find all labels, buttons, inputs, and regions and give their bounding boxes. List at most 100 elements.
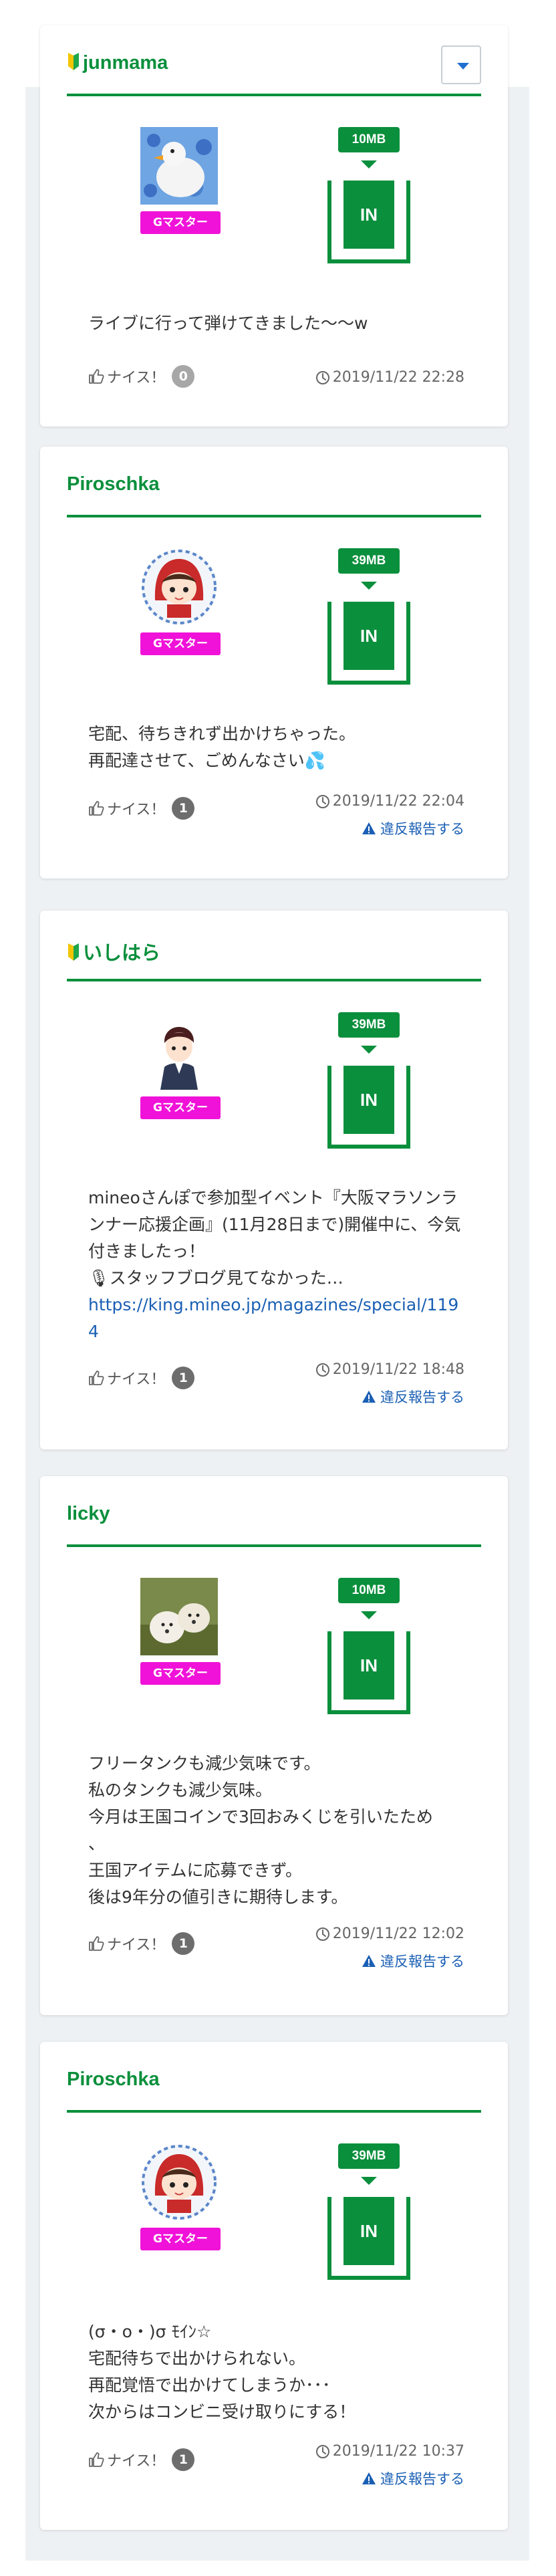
nice-button[interactable]: ナイス！ 0 — [88, 365, 195, 388]
warning-icon — [362, 1390, 376, 1403]
username-text[interactable]: Piroschka — [67, 2069, 160, 2090]
tank-label: IN — [343, 602, 394, 670]
username-link[interactable]: Piroschka — [67, 2069, 160, 2091]
g-master-badge: Gマスター — [140, 1662, 221, 1685]
post-link[interactable]: https://king.mineo.jp/magazines/special/… — [88, 1295, 458, 1341]
thumbs-up-icon — [88, 1370, 104, 1386]
post-body: (σ・o・)σ ﾓｲﾝ☆ 宅配待ちで出かけられない。 再配覚悟で出かけてしまうか… — [88, 2322, 356, 2422]
timestamp-text: 2019/11/22 18:48 — [332, 1361, 464, 1378]
tank-icon: IN — [327, 602, 410, 685]
post-card: いしはら Gマスター 39MB IN mineoさんぽで参加型イベント『大阪マラ… — [40, 911, 508, 1449]
clock-icon — [315, 2444, 330, 2459]
avatar[interactable] — [140, 127, 218, 205]
username-link[interactable]: いしはら — [67, 937, 160, 965]
post-menu-dropdown-button[interactable] — [441, 45, 481, 84]
avatar-block[interactable]: Gマスター — [140, 127, 221, 234]
report-violation-link[interactable]: 違反報告する — [362, 818, 464, 838]
data-tank-indicator: 10MB IN — [327, 1578, 410, 1714]
post-timestamp: 2019/11/22 18:48 — [315, 1361, 464, 1378]
thumbs-up-icon — [88, 800, 104, 816]
avatar[interactable] — [140, 1012, 218, 1090]
post-body: フリータンクも減少気味です。 私のタンクも減少気味。 今月は王国コインで3回おみ… — [88, 1754, 433, 1907]
post-header: Piroschka — [67, 2061, 481, 2113]
nice-count: 0 — [172, 365, 195, 388]
beginner-mark-icon — [67, 53, 80, 72]
clock-icon — [315, 1927, 330, 1942]
avatar-block[interactable]: Gマスター — [140, 548, 221, 655]
post-body: mineoさんぽで参加型イベント『大阪マラソンランナー応援企画』(11月28日ま… — [88, 1185, 468, 1345]
post-header: junmama — [67, 44, 481, 96]
avatar-block[interactable]: Gマスター — [140, 1578, 221, 1685]
report-violation-link[interactable]: 違反報告する — [362, 2468, 464, 2488]
post-header: licky — [67, 1495, 481, 1547]
avatar-block[interactable]: Gマスター — [140, 2143, 221, 2250]
nice-count: 1 — [172, 1932, 195, 1955]
username-text[interactable]: licky — [67, 1503, 110, 1524]
arrow-down-icon — [361, 1611, 377, 1619]
post-timestamp: 2019/11/22 22:28 — [315, 369, 464, 386]
timestamp-text: 2019/11/22 12:02 — [332, 1925, 464, 1942]
clock-icon — [315, 794, 330, 809]
report-text[interactable]: 違反報告する — [380, 1387, 464, 1407]
tank-icon: IN — [327, 1066, 410, 1149]
nice-label: ナイス！ — [107, 802, 166, 818]
thumbs-up-icon — [88, 1936, 104, 1952]
data-amount-badge: 10MB — [338, 1578, 400, 1603]
data-tank-indicator: 39MB IN — [327, 548, 410, 685]
data-tank-indicator: 39MB IN — [327, 2143, 410, 2280]
post-body: ライブに行って弾けてきました〜〜w — [88, 314, 368, 333]
clock-icon — [315, 1363, 330, 1377]
username-text[interactable]: Piroschka — [67, 473, 160, 495]
thumbs-up-icon — [88, 368, 104, 384]
report-text[interactable]: 違反報告する — [380, 1951, 464, 1971]
chevron-down-icon — [457, 63, 469, 70]
nice-count: 1 — [172, 1367, 195, 1389]
nice-button[interactable]: ナイス！ 1 — [88, 2448, 195, 2471]
data-tank-indicator: 39MB IN — [327, 1012, 410, 1149]
report-text[interactable]: 違反報告する — [380, 818, 464, 838]
g-master-badge: Gマスター — [140, 211, 221, 234]
avatar[interactable] — [140, 548, 218, 626]
nice-button[interactable]: ナイス！ 1 — [88, 1932, 195, 1955]
username-text[interactable]: いしはら — [83, 943, 160, 964]
tank-label: IN — [343, 1631, 394, 1700]
nice-count: 1 — [172, 2448, 195, 2471]
username-link[interactable]: licky — [67, 1503, 110, 1525]
arrow-down-icon — [361, 2177, 377, 2185]
report-violation-link[interactable]: 違反報告する — [362, 1387, 464, 1407]
data-amount-badge: 39MB — [338, 548, 400, 574]
username-text[interactable]: junmama — [83, 52, 168, 74]
g-master-badge: Gマスター — [140, 1096, 221, 1119]
arrow-down-icon — [361, 1046, 377, 1054]
post-timestamp: 2019/11/22 12:02 — [315, 1925, 464, 1942]
data-amount-badge: 39MB — [338, 2143, 400, 2169]
post-body-text: mineoさんぽで参加型イベント『大阪マラソンランナー応援企画』(11月28日ま… — [88, 1188, 461, 1288]
warning-icon — [362, 1954, 376, 1968]
post-header: いしはら — [67, 929, 481, 981]
timestamp-text: 2019/11/22 22:28 — [332, 369, 464, 386]
arrow-down-icon — [361, 582, 377, 590]
post-card: Piroschka Gマスター 39MB IN (σ・o・)σ ﾓｲﾝ☆ 宅配待… — [40, 2042, 508, 2530]
nice-label: ナイス！ — [107, 1937, 166, 1954]
post-timestamp: 2019/11/22 22:04 — [315, 793, 464, 810]
nice-label: ナイス！ — [107, 370, 166, 386]
avatar[interactable] — [140, 1578, 218, 1655]
tank-icon: IN — [327, 1631, 410, 1714]
username-link[interactable]: junmama — [67, 52, 168, 74]
tank-label: IN — [343, 1066, 394, 1134]
tank-icon: IN — [327, 181, 410, 263]
avatar-block[interactable]: Gマスター — [140, 1012, 221, 1119]
timestamp-text: 2019/11/22 22:04 — [332, 793, 464, 810]
post-header: Piroschka — [67, 465, 481, 517]
post-card: Piroschka Gマスター 39MB IN 宅配、待ちきれず出かけちゃった。… — [40, 447, 508, 879]
report-violation-link[interactable]: 違反報告する — [362, 1951, 464, 1971]
thumbs-up-icon — [88, 2452, 104, 2468]
avatar[interactable] — [140, 2143, 218, 2221]
clock-icon — [315, 370, 330, 385]
report-text[interactable]: 違反報告する — [380, 2468, 464, 2488]
nice-button[interactable]: ナイス！ 1 — [88, 797, 195, 820]
nice-button[interactable]: ナイス！ 1 — [88, 1367, 195, 1389]
nice-label: ナイス！ — [107, 1371, 166, 1388]
tank-label: IN — [343, 181, 394, 249]
username-link[interactable]: Piroschka — [67, 473, 160, 495]
